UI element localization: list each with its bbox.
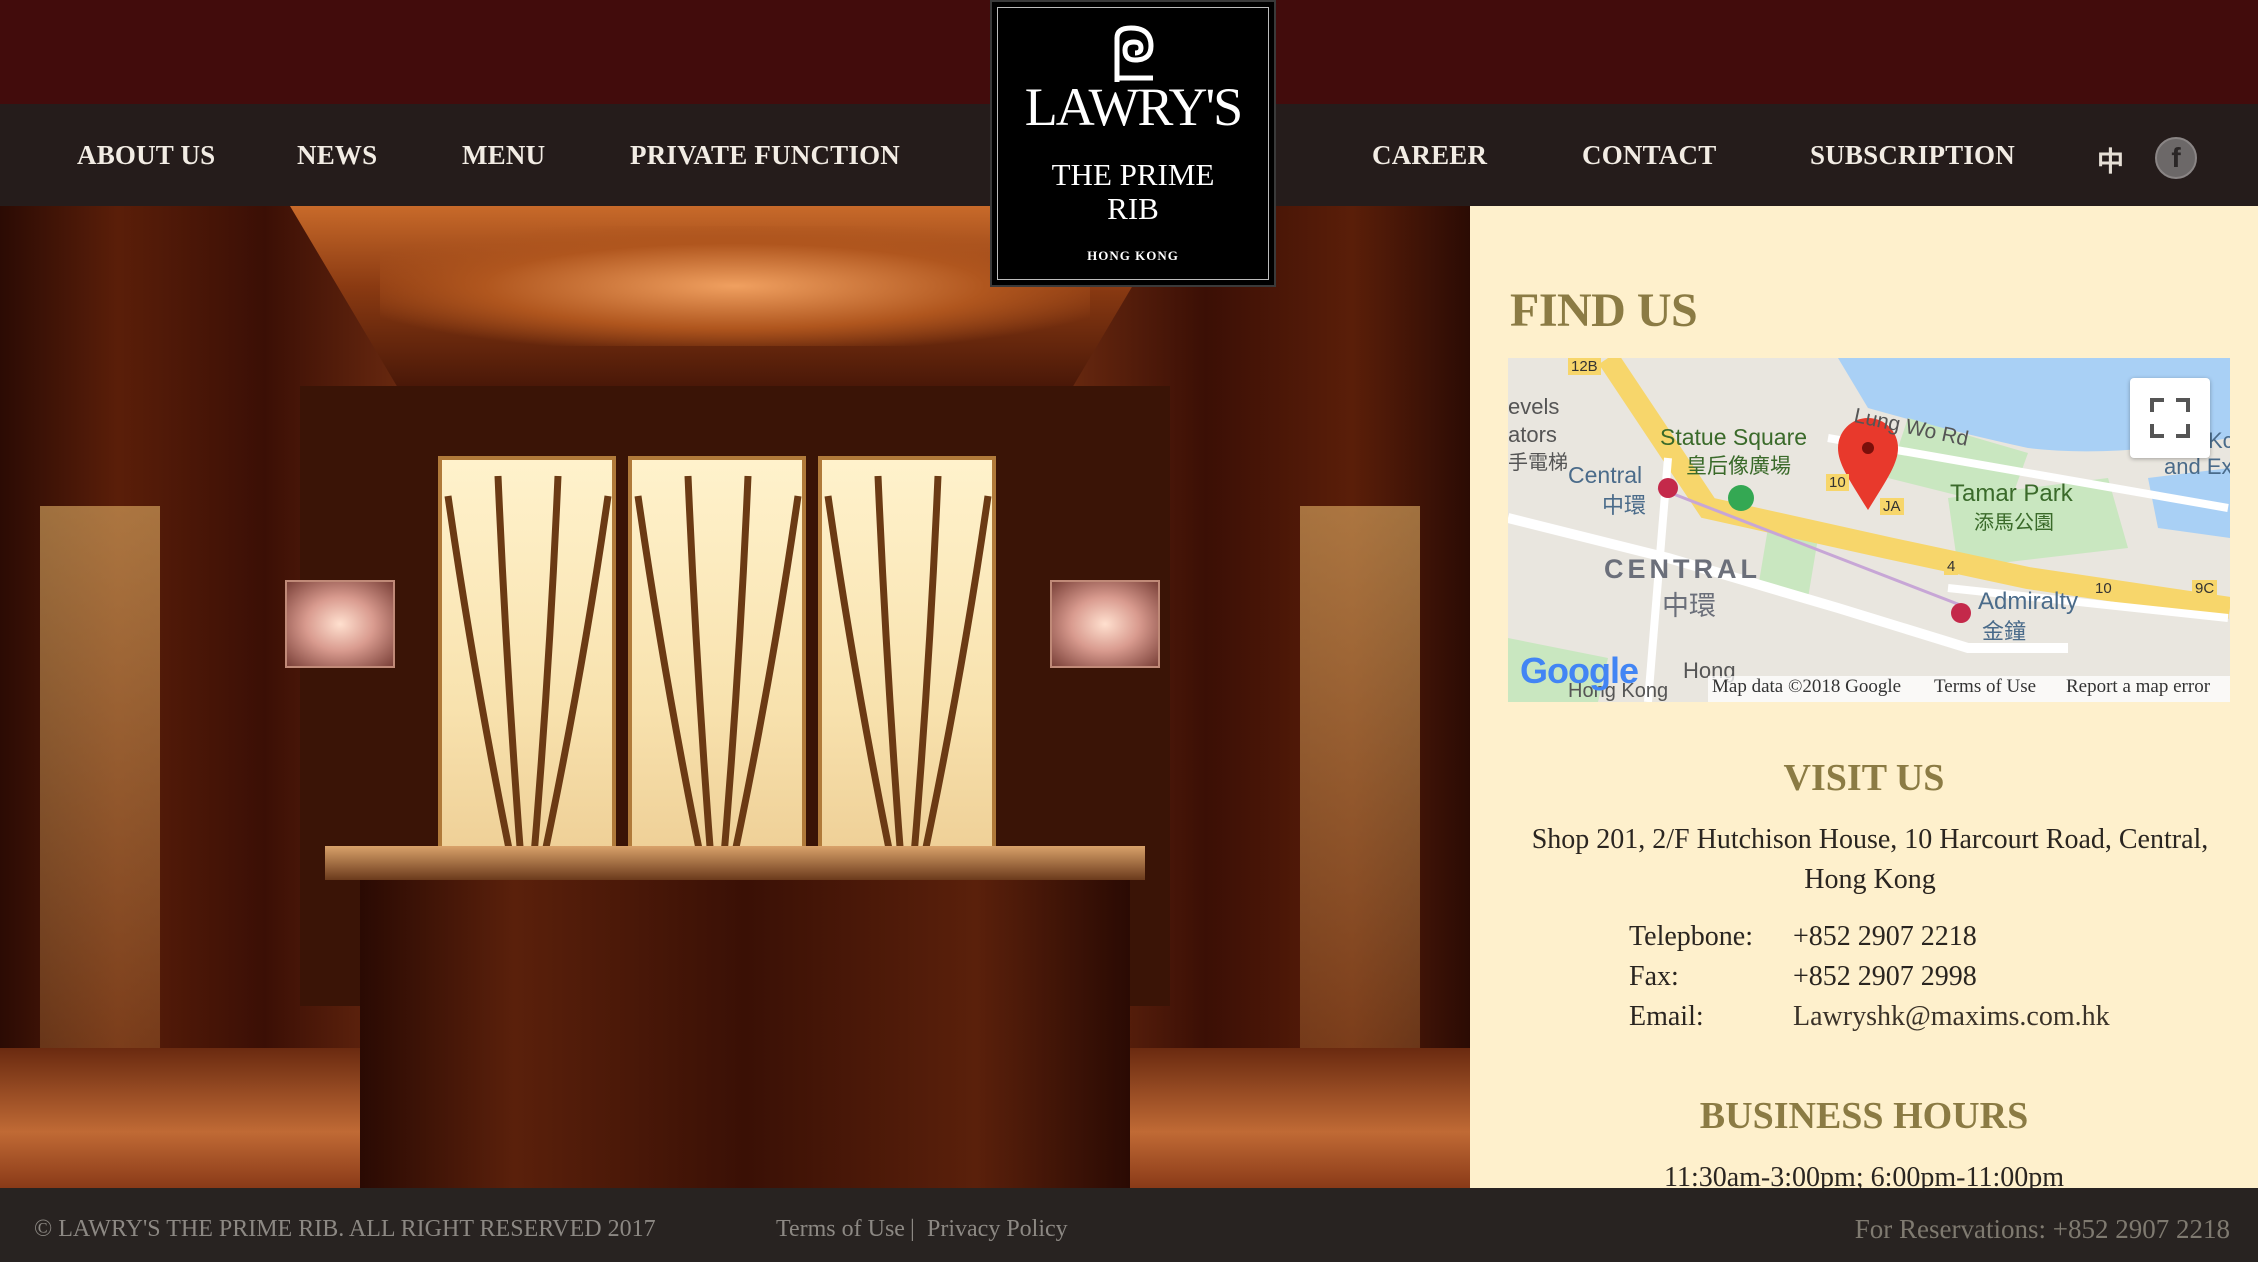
address: Shop 201, 2/F Hutchison House, 10 Harcou… — [1490, 820, 2250, 900]
map-data-text: Map data ©2018 Google — [1712, 676, 1902, 697]
footer-divider: | — [910, 1216, 915, 1242]
map-label: 添馬公園 — [1974, 512, 2054, 534]
nav-menu[interactable]: MENU — [462, 140, 545, 171]
hero-photo — [0, 206, 1470, 1188]
address-line2: Hong Kong — [1804, 864, 1936, 895]
wall-lamp-right — [1050, 580, 1160, 668]
logo-city: HONG KONG — [1087, 248, 1179, 263]
map-label: 中環 — [1662, 591, 1716, 621]
nav-private-function[interactable]: PRIVATE FUNCTION — [630, 140, 900, 171]
logo-subtitle: THE PRIME RIB — [992, 158, 1274, 226]
map-label: Tamar Park — [1950, 480, 2073, 507]
map-label: 金鐘 — [1982, 619, 2027, 644]
map-label: Admiralty — [1978, 588, 2079, 615]
reception-counter-top — [325, 846, 1145, 880]
map-label: evels — [1508, 394, 1560, 419]
telephone-label: Telepbone: — [1629, 921, 1753, 952]
map-label: CENTRAL — [1604, 554, 1761, 584]
fax-value: +852 2907 2998 — [1793, 961, 1977, 992]
map-label: Central — [1568, 462, 1643, 488]
map-terms-link[interactable]: Terms of Use — [1934, 676, 2036, 698]
road-shield: 12B — [1568, 358, 1601, 375]
google-map[interactable]: evels ators 手電梯 Statue Square 皇后像廣場 Lung… — [1508, 358, 2230, 702]
map-label: 中環 — [1602, 493, 1647, 518]
road-shield: 4 — [1944, 558, 1959, 575]
logo[interactable]: LAWRY'S THE PRIME RIB HONG KONG — [990, 0, 1276, 287]
nav-about-us[interactable]: ABOUT US — [77, 140, 215, 171]
fullscreen-icon — [2150, 398, 2190, 438]
email-label: Email: — [1629, 1001, 1704, 1032]
nav-subscription[interactable]: SUBSCRIPTION — [1810, 140, 2015, 171]
google-logo: Google — [1520, 650, 1639, 691]
address-line1: Shop 201, 2/F Hutchison House, 10 Harcou… — [1531, 824, 2209, 855]
map-label: 皇后像廣場 — [1686, 455, 1791, 478]
map-report-link[interactable]: Report a map error — [2066, 676, 2210, 698]
footer-terms-link[interactable]: Terms of Use — [776, 1216, 905, 1243]
copyright: © LAWRY'S THE PRIME RIB. ALL RIGHT RESER… — [34, 1216, 656, 1242]
email-link[interactable]: Lawryshk@maxims.com.hk — [1793, 1001, 2110, 1033]
road-shield: JA — [1880, 498, 1904, 515]
road-shield: 9C — [2192, 580, 2218, 597]
logo-sub-line2: RIB — [1107, 191, 1159, 226]
reservations-phone: For Reservations: +852 2907 2218 — [1854, 1214, 2230, 1244]
fax-label: Fax: — [1629, 961, 1679, 992]
find-us-title: FIND US — [1510, 284, 1698, 337]
map-label: Kc — [2208, 428, 2230, 453]
nav-contact[interactable]: CONTACT — [1582, 140, 1716, 171]
reception-counter — [360, 880, 1130, 1188]
telephone-value: +852 2907 2218 — [1793, 921, 1977, 952]
logo-brand-text: LAWRY'S — [1024, 77, 1243, 137]
wall-lamp-left — [285, 580, 395, 668]
map-fullscreen-button[interactable] — [2130, 378, 2210, 458]
logo-swirl-icon — [1114, 25, 1154, 82]
visit-us-title: VISIT US — [1783, 757, 1945, 799]
business-hours-title: BUSINESS HOURS — [1699, 1095, 2029, 1137]
facebook-icon[interactable]: f — [2155, 137, 2197, 179]
logo-sub-line1: THE PRIME — [1051, 157, 1215, 192]
nav-news[interactable]: NEWS — [297, 140, 377, 171]
language-toggle[interactable]: 中 — [2097, 140, 2124, 179]
road-shield: 10 — [1826, 474, 1849, 491]
map-label: 手電梯 — [1508, 452, 1568, 474]
nav-career[interactable]: CAREER — [1372, 140, 1487, 171]
map-label: Statue Square — [1660, 424, 1808, 450]
road-shield: 10 — [2092, 580, 2115, 597]
footer-privacy-link[interactable]: Privacy Policy — [927, 1216, 1068, 1243]
map-label: ators — [1508, 422, 1557, 447]
ceiling-light — [380, 226, 1090, 346]
